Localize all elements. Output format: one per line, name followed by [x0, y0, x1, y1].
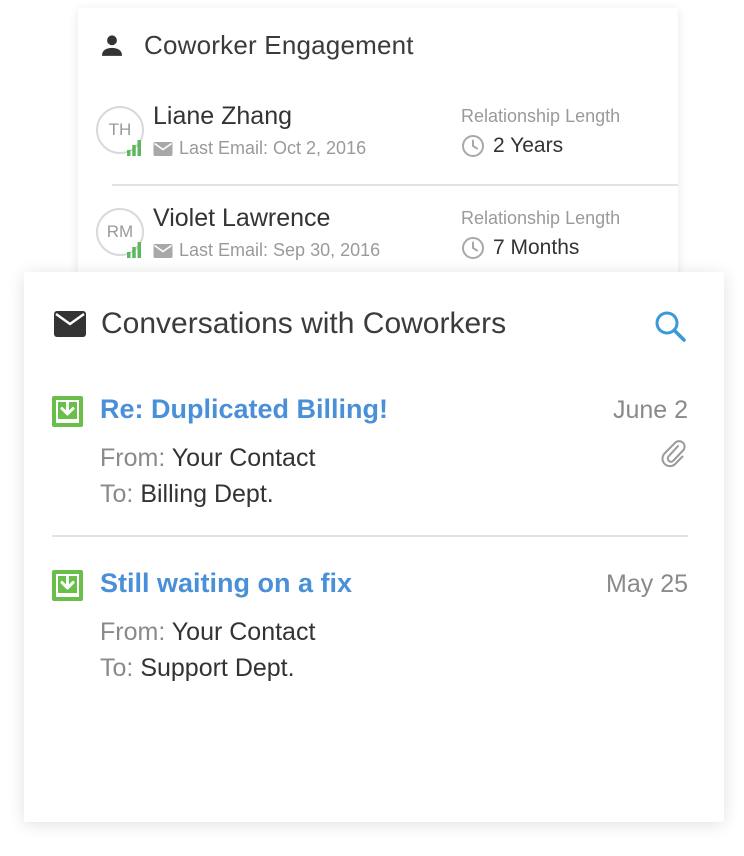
coworker-name[interactable]: Violet Lawrence: [153, 204, 330, 233]
to-label: To:: [100, 480, 134, 508]
inbox-download-icon: [52, 396, 83, 427]
from-label: From:: [100, 618, 166, 646]
conversation-date: June 2: [612, 396, 688, 424]
mail-icon: [153, 141, 173, 157]
signal-strength-icon: [126, 242, 142, 258]
person-icon: [98, 31, 126, 59]
avatar-initials: TH: [108, 120, 132, 139]
last-email-text: Last Email: Oct 2, 2016: [179, 138, 367, 158]
last-email: Last Email: Oct 2, 2016: [153, 138, 366, 159]
to-value: Support Dept.: [140, 654, 295, 682]
coworker-engagement-card: Coworker Engagement TH Liane Zhang Last …: [78, 8, 678, 308]
divider: [52, 535, 688, 537]
coworker-row[interactable]: RM Violet Lawrence Last Email: Sep 30, 2…: [96, 202, 678, 282]
conversation-from: From: Your Contact: [100, 618, 315, 647]
coworker-row[interactable]: TH Liane Zhang Last Email: Oct 2, 2016 R…: [96, 100, 678, 180]
conversation-subject[interactable]: Still waiting on a fix: [100, 568, 352, 599]
divider: [112, 184, 678, 186]
signal-strength-icon: [126, 140, 142, 156]
conversation-subject[interactable]: Re: Duplicated Billing!: [100, 394, 388, 425]
conversations-title: Conversations with Coworkers: [101, 307, 507, 340]
relationship-length-text: 2 Years: [493, 134, 564, 157]
conversation-from: From: Your Contact: [100, 444, 315, 473]
relationship-length-value: 7 Months: [461, 236, 579, 260]
app-stage: Coworker Engagement TH Liane Zhang Last …: [0, 0, 744, 856]
from-value: Your Contact: [171, 444, 316, 472]
relationship-length-text: 7 Months: [493, 236, 580, 259]
engagement-title: Coworker Engagement: [144, 29, 414, 60]
conversation-to: To: Support Dept.: [100, 654, 295, 683]
relationship-length-value: 2 Years: [461, 134, 563, 158]
conversation-item[interactable]: Re: Duplicated Billing! June 2 From: You…: [52, 392, 688, 522]
envelope-icon: [54, 311, 86, 337]
conversation-item[interactable]: Still waiting on a fix May 25 From: Your…: [52, 566, 688, 696]
mail-icon: [153, 243, 173, 259]
to-label: To:: [100, 654, 134, 682]
engagement-header: Coworker Engagement: [98, 30, 414, 60]
search-icon[interactable]: [652, 308, 688, 344]
conversations-header: Conversations with Coworkers: [54, 304, 506, 344]
last-email: Last Email: Sep 30, 2016: [153, 240, 380, 261]
to-value: Billing Dept.: [140, 480, 274, 508]
conversation-to: To: Billing Dept.: [100, 480, 274, 509]
from-value: Your Contact: [171, 618, 316, 646]
coworker-name[interactable]: Liane Zhang: [153, 102, 292, 131]
relationship-length-label: Relationship Length: [461, 106, 621, 126]
last-email-text: Last Email: Sep 30, 2016: [179, 240, 381, 260]
conversations-card: Conversations with Coworkers Re: Duplica…: [24, 272, 724, 822]
relationship-length-label: Relationship Length: [461, 208, 621, 228]
clock-icon: [461, 236, 485, 260]
conversation-date: May 25: [606, 570, 688, 598]
clock-icon: [461, 134, 485, 158]
paperclip-icon: [660, 438, 686, 468]
inbox-download-icon: [52, 570, 83, 601]
from-label: From:: [100, 444, 166, 472]
avatar-initials: RM: [106, 222, 134, 241]
